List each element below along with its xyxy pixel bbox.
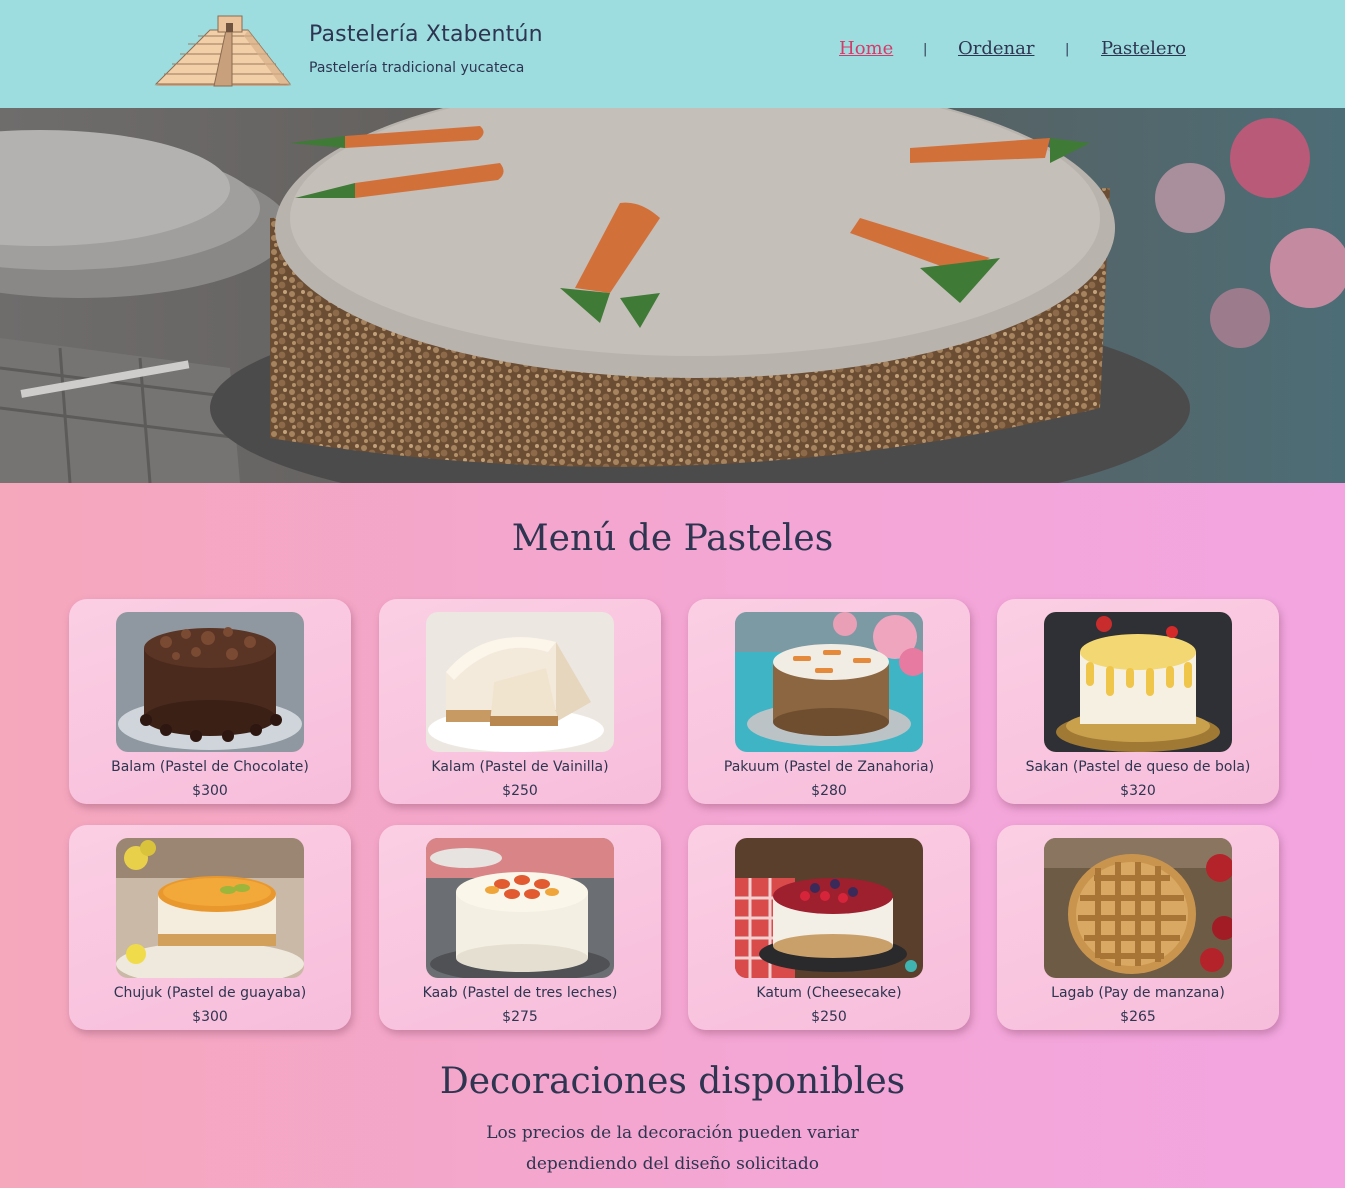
tres-leches-cake-image bbox=[426, 838, 614, 978]
hero-carrot-cake-image bbox=[0, 108, 1345, 483]
menu-title: Menú de Pasteles bbox=[511, 518, 834, 559]
cake-price: $300 bbox=[192, 783, 228, 799]
cake-name: Pakuum (Pastel de Zanahoria) bbox=[723, 759, 935, 775]
cake-name: Balam (Pastel de Chocolate) bbox=[111, 759, 309, 775]
cake-name: Kalam (Pastel de Vainilla) bbox=[431, 759, 609, 775]
cake-name: Katum (Cheesecake) bbox=[756, 985, 902, 1001]
chocolate-cake-image bbox=[116, 612, 304, 752]
nav-separator: | bbox=[1065, 42, 1070, 57]
site-header: Pastelería Xtabentún Pastelería tradicio… bbox=[0, 0, 1345, 108]
decorations-line-1: Los precios de la decoración pueden vari… bbox=[486, 1123, 859, 1143]
cake-price: $275 bbox=[502, 1009, 538, 1025]
decorations-title: Decoraciones disponibles bbox=[439, 1061, 906, 1102]
decorations-line-2: dependiendo del diseño solicitado bbox=[525, 1154, 820, 1174]
nav-pastelero-link[interactable]: Pastelero bbox=[1101, 38, 1186, 59]
menu-card[interactable]: Kalam (Pastel de Vainilla) $250 bbox=[379, 599, 661, 804]
menu-card[interactable]: Katum (Cheesecake) $250 bbox=[688, 825, 970, 1030]
cake-price: $250 bbox=[502, 783, 538, 799]
cake-name: Lagab (Pay de manzana) bbox=[1051, 985, 1225, 1001]
menu-card[interactable]: Lagab (Pay de manzana) $265 bbox=[997, 825, 1279, 1030]
vanilla-cheesecake-image bbox=[426, 612, 614, 752]
nav-home-link[interactable]: Home bbox=[839, 38, 893, 59]
cake-price: $320 bbox=[1120, 783, 1156, 799]
menu-card[interactable]: Sakan (Pastel de queso de bola) $320 bbox=[997, 599, 1279, 804]
cheese-ball-cake-image bbox=[1044, 612, 1232, 752]
decorations-description: Los precios de la decoración pueden vari… bbox=[0, 1118, 1345, 1180]
nav-ordenar-link[interactable]: Ordenar bbox=[958, 38, 1034, 59]
berry-cheesecake-image bbox=[735, 838, 923, 978]
cake-price: $265 bbox=[1120, 1009, 1156, 1025]
menu-card[interactable]: Kaab (Pastel de tres leches) $275 bbox=[379, 825, 661, 1030]
menu-card[interactable]: Balam (Pastel de Chocolate) $300 bbox=[69, 599, 351, 804]
cake-price: $250 bbox=[811, 1009, 847, 1025]
site-subtitle: Pastelería tradicional yucateca bbox=[309, 60, 525, 76]
guava-cake-image bbox=[116, 838, 304, 978]
menu-card[interactable]: Chujuk (Pastel de guayaba) $300 bbox=[69, 825, 351, 1030]
cake-price: $280 bbox=[811, 783, 847, 799]
main-nav: Home | Ordenar | Pastelero bbox=[0, 38, 1345, 62]
cake-name: Chujuk (Pastel de guayaba) bbox=[113, 985, 307, 1001]
carrot-cake-image bbox=[735, 612, 923, 752]
cake-name: Sakan (Pastel de queso de bola) bbox=[1025, 759, 1251, 775]
apple-pie-image bbox=[1044, 838, 1232, 978]
cake-name: Kaab (Pastel de tres leches) bbox=[422, 985, 618, 1001]
nav-separator: | bbox=[923, 42, 928, 57]
menu-card[interactable]: Pakuum (Pastel de Zanahoria) $280 bbox=[688, 599, 970, 804]
cake-price: $300 bbox=[192, 1009, 228, 1025]
